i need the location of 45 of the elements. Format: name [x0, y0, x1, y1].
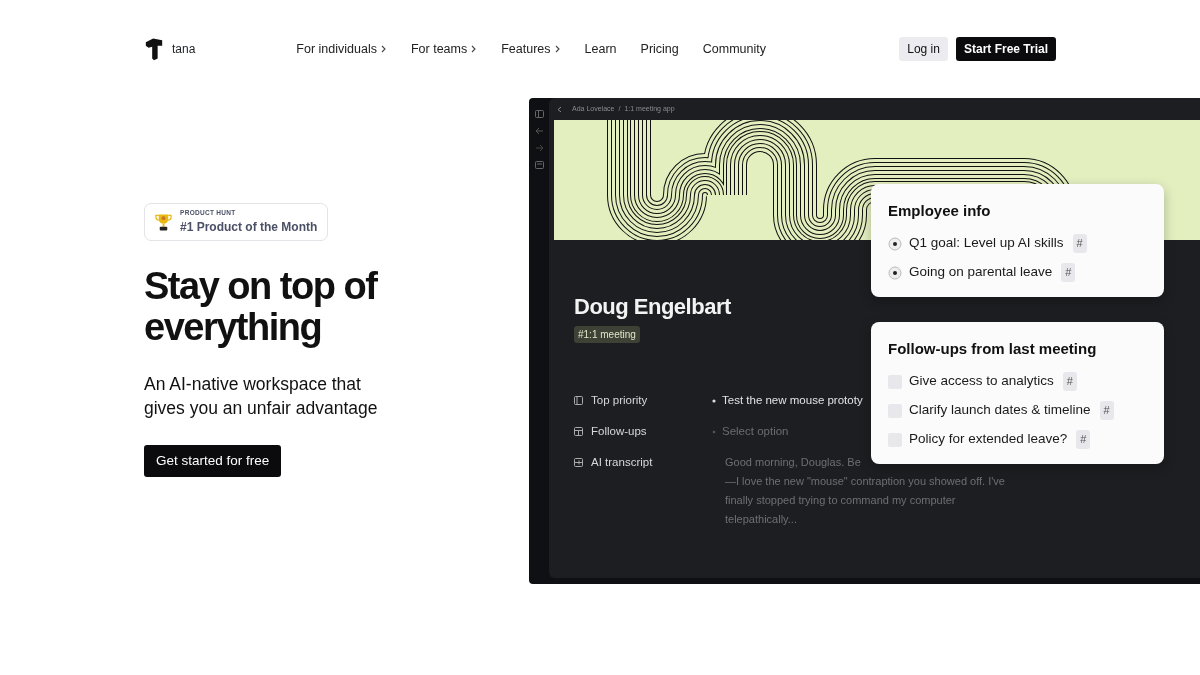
login-button[interactable]: Log in: [899, 37, 948, 61]
sidebar-toggle-icon: [534, 110, 544, 118]
hero-title: Stay on top of everything: [144, 265, 379, 348]
bullet-icon: [888, 236, 902, 251]
field-value: Test the new mouse prototy: [722, 393, 863, 409]
item-text: Going on parental leave: [909, 263, 1053, 282]
field-label: Follow-ups: [591, 424, 647, 440]
cta-button[interactable]: Get started for free: [144, 444, 282, 478]
item-text: Give access to analytics: [909, 372, 1054, 391]
nav-link[interactable]: Learn: [584, 39, 617, 59]
field-label: Top priority: [591, 393, 648, 409]
trial-button[interactable]: Start Free Trial: [955, 37, 1056, 61]
tag-label[interactable]: #1:1 meeting: [574, 326, 640, 344]
forward-arrow-icon: [534, 144, 544, 152]
trophy-icon: [155, 212, 172, 232]
bullet-icon: [712, 399, 716, 404]
card-title: Employee info: [888, 202, 992, 220]
nav-link[interactable]: For individuals: [296, 39, 387, 59]
back-arrow-icon: [534, 127, 544, 135]
item-text: Clarify launch dates & timeline: [909, 401, 1091, 420]
inbox-icon: [534, 161, 544, 169]
nav-link[interactable]: Pricing: [640, 39, 679, 59]
tag-button[interactable]: #: [1099, 401, 1114, 420]
logo-icon: [144, 36, 164, 62]
field-icon: [574, 458, 583, 468]
brand-logo[interactable]: tana: [144, 36, 196, 62]
tag-button[interactable]: #: [1076, 430, 1091, 449]
field-icon: [574, 396, 583, 406]
card-title: Follow-ups from last meeting: [888, 340, 1098, 358]
transcript-text: Good morning, Douglas. Be —I love the new "mouse" contraption you showed off. I've finally stopped trying to command my computer telepathically...: [725, 455, 1005, 528]
item-text: Policy for extended leave?: [909, 430, 1068, 449]
field-label: AI transcript: [591, 455, 653, 471]
tag-button[interactable]: #: [1062, 372, 1077, 391]
item-text: Q1 goal: Level up AI skills: [909, 234, 1064, 253]
hero-subtitle: An AI-native workspace that gives you an unfair advantage: [144, 372, 379, 421]
nav-link[interactable]: Features: [501, 39, 561, 59]
tag-button[interactable]: #: [1061, 263, 1076, 282]
award-title: #1 Product of the Month: [180, 219, 318, 234]
tag-button[interactable]: #: [1072, 234, 1087, 253]
page-title: Doug Engelbart: [574, 294, 732, 321]
nav-link[interactable]: Community: [702, 39, 766, 59]
nav-link[interactable]: For teams: [410, 39, 478, 59]
back-chevron-icon: [557, 105, 562, 113]
field-icon: [574, 427, 583, 437]
bullet-icon: [888, 265, 902, 280]
